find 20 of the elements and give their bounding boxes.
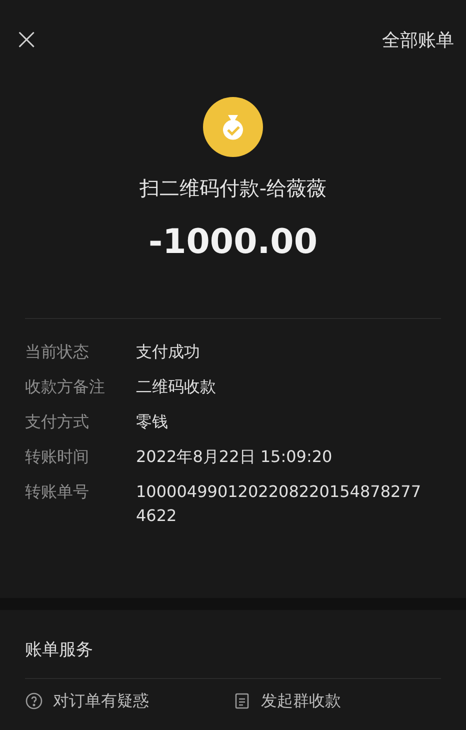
detail-value: 支付成功 (136, 341, 201, 363)
section-title: 账单服务 (25, 639, 94, 662)
detail-label: 当前状态 (25, 341, 90, 363)
question-icon (25, 692, 43, 710)
detail-label: 转账时间 (25, 446, 90, 468)
detail-label: 收款方备注 (25, 376, 106, 398)
detail-value: 零钱 (136, 411, 169, 433)
detail-label: 支付方式 (25, 411, 90, 433)
payment-amount: -1000.00 (148, 221, 318, 264)
detail-value: 2022年8月22日 15:09:20 (136, 446, 334, 468)
service-item[interactable]: 对订单有疑惑 (25, 688, 233, 712)
payment-title: 扫二维码付款-给薇薇 (139, 175, 327, 202)
detail-value: 二维码收款 (136, 376, 217, 398)
document-icon (233, 692, 251, 710)
detail-label: 转账单号 (25, 481, 90, 503)
detail-value: 10000499012022082201548782774622 (136, 481, 422, 527)
service-item[interactable]: 发起群收款 (233, 688, 441, 712)
money-bag-icon (203, 97, 263, 157)
all-bills-link[interactable]: 全部账单 (382, 26, 456, 54)
close-button[interactable]: × (10, 25, 44, 55)
